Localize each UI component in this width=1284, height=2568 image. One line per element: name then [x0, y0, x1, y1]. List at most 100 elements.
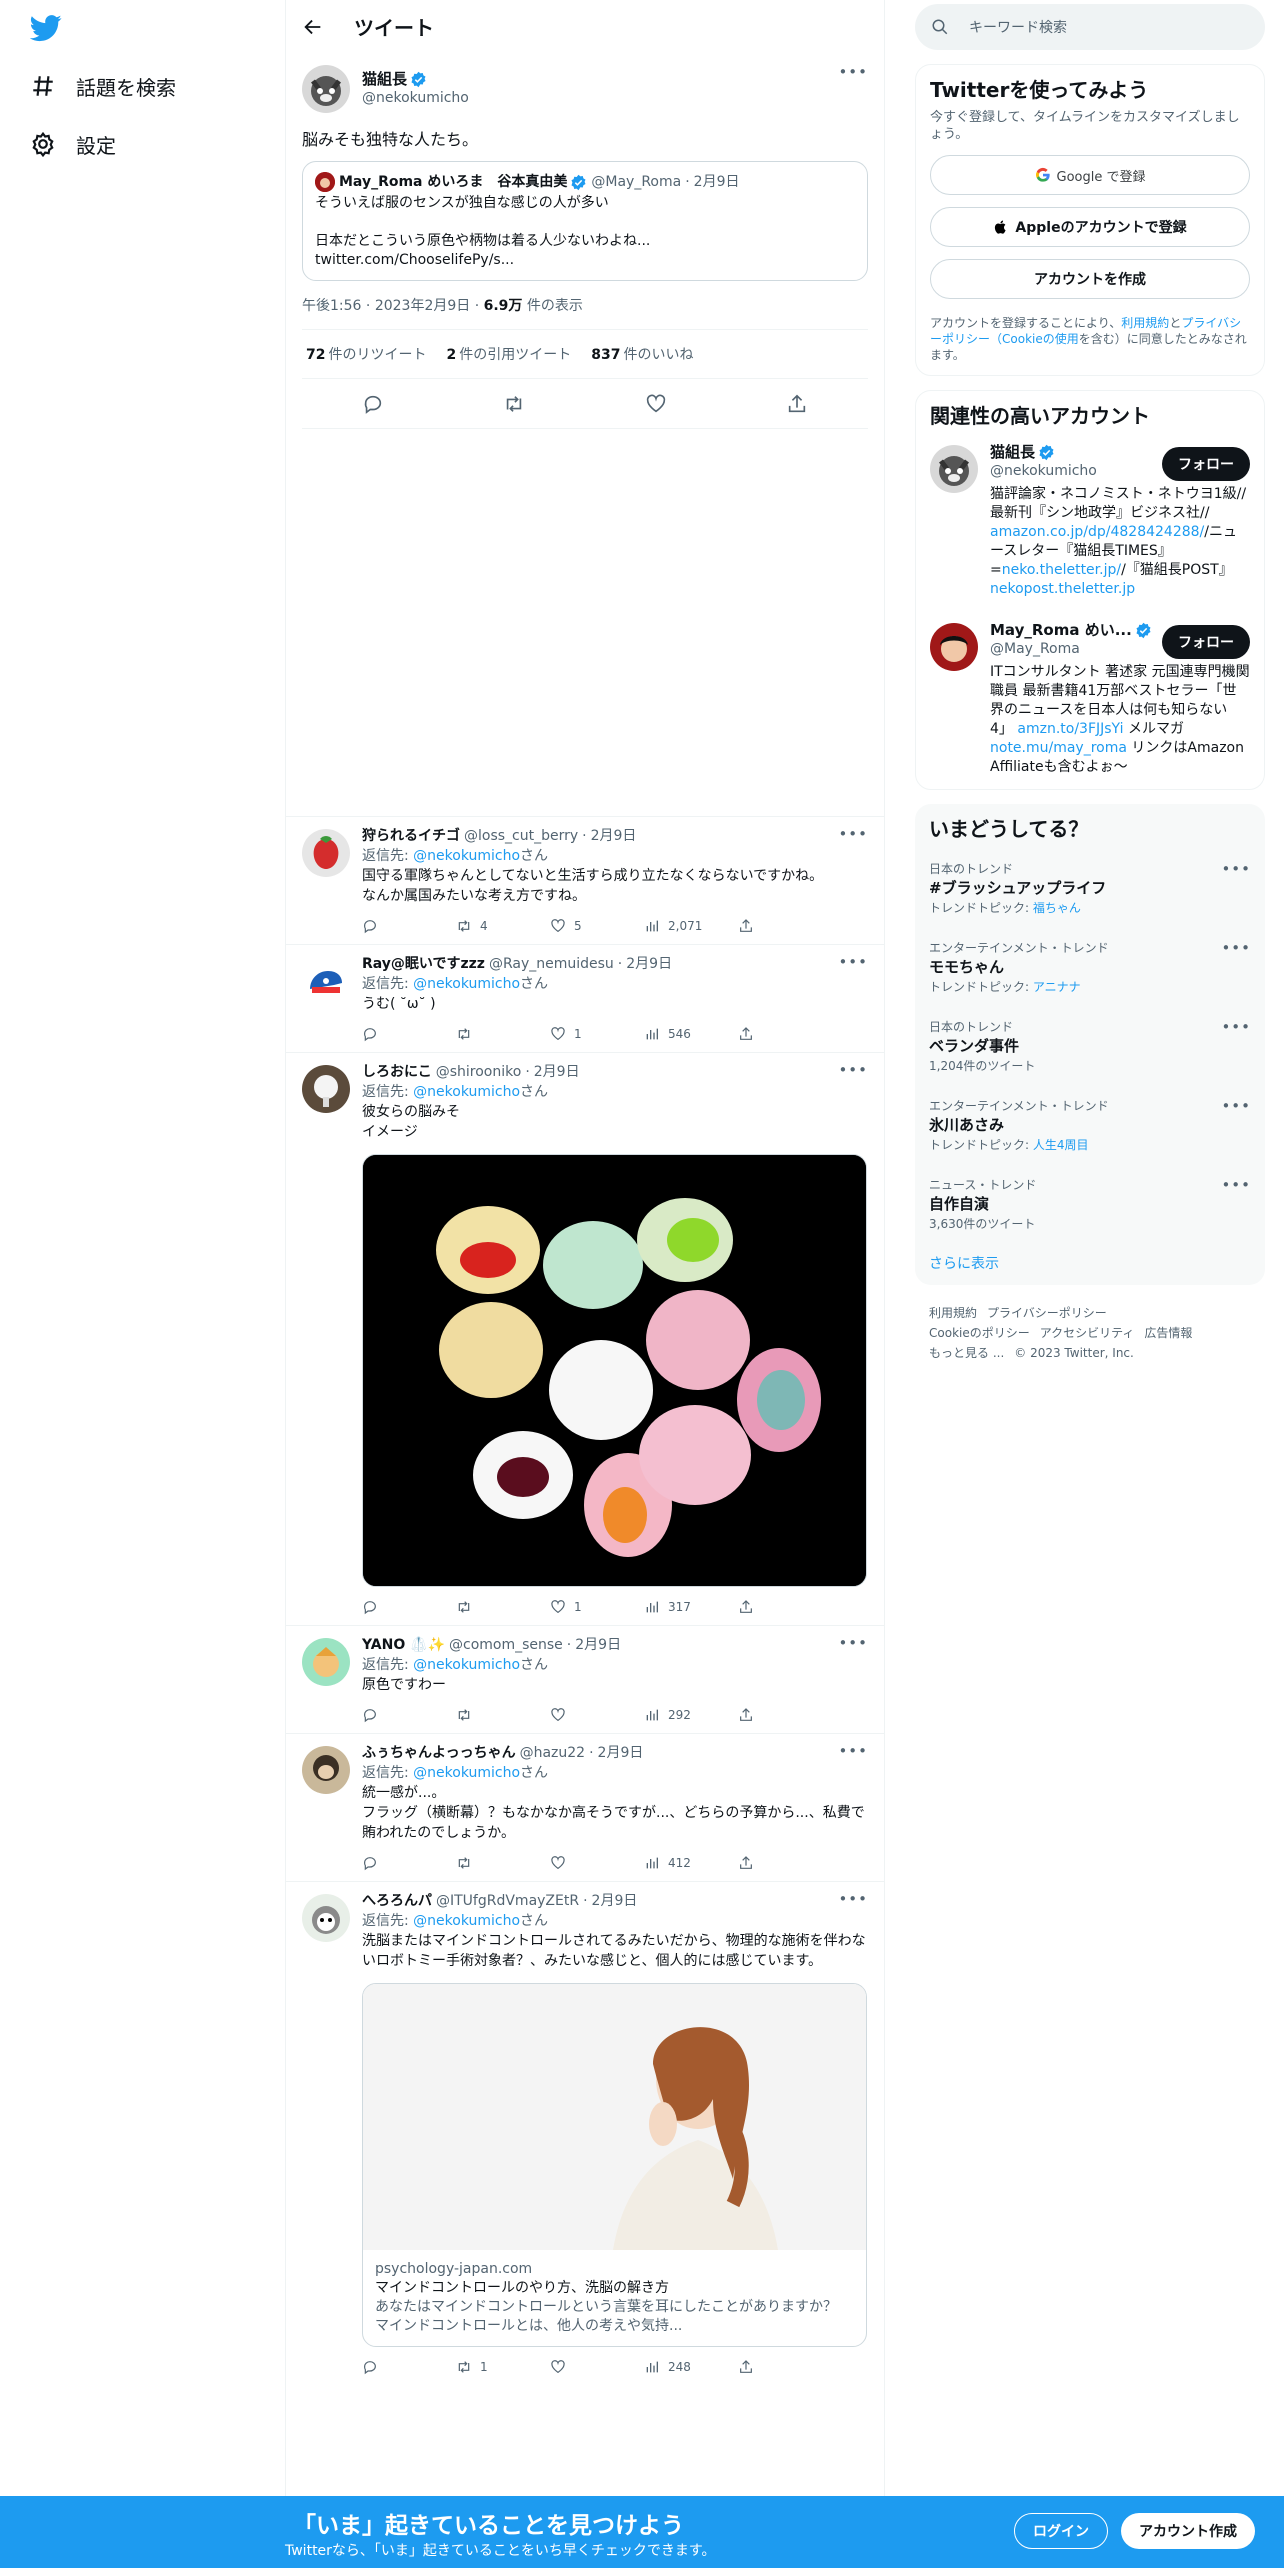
reply-date[interactable]: 2月9日 [591, 827, 637, 846]
google-signup-button[interactable]: Google で登録 [930, 155, 1250, 195]
reply-author-handle[interactable]: @shirooniko [436, 1063, 522, 1082]
more-options-icon[interactable]: ••• [838, 1634, 868, 1652]
reply-tweet[interactable]: ••• Ray@眠いですzzz @Ray_nemuidesu · 2月9日 返信先: … [286, 945, 884, 1053]
signup-button[interactable]: アカウント作成 [1121, 2513, 1255, 2549]
reply-tweet[interactable]: ••• ふぅちゃんよっっちゃん @hazu22 · 2月9日 返信先: @nekoku… [286, 1734, 884, 1882]
reply-tweet[interactable]: ••• 狩られるイチゴ @loss_cut_berry · 2月9日 返信先: @ne… [286, 817, 884, 945]
trend-topic-link[interactable]: アニナナ [1033, 980, 1081, 994]
avatar[interactable] [302, 1746, 350, 1794]
likes-stat[interactable]: 837 件のいいね [591, 344, 693, 364]
reply-author-handle[interactable]: @ITUfgRdVmayZEtR [436, 1892, 579, 1911]
avatar[interactable] [930, 623, 978, 671]
footer-link[interactable]: Cookieのポリシー [929, 1326, 1030, 1340]
bio-link[interactable]: note.mu/may_roma [990, 740, 1127, 756]
views-button[interactable]: 2,071 [644, 918, 738, 934]
mention-link[interactable]: @nekokumicho [413, 1657, 520, 1673]
retweet-button[interactable]: 1 [456, 2359, 550, 2375]
reply-author-name[interactable]: へろろんパ [362, 1892, 432, 1911]
reply-author-handle[interactable]: @Ray_nemuidesu [489, 955, 614, 974]
more-options-icon[interactable]: ••• [838, 953, 868, 971]
retweet-button[interactable] [456, 1855, 550, 1871]
twitter-logo-icon[interactable] [30, 12, 70, 52]
nav-settings[interactable]: 設定 [30, 124, 116, 164]
reply-date[interactable]: 2月9日 [575, 1636, 621, 1655]
terms-link[interactable]: 利用規約 [1121, 316, 1169, 330]
related-account[interactable]: May_Roma めい... @May_Roma フォロー ITコンサルタント … [930, 621, 1250, 777]
reply-author-name[interactable]: しろおにこ [362, 1063, 432, 1082]
share-button[interactable] [738, 1855, 832, 1871]
mention-link[interactable]: @nekokumicho [413, 848, 520, 864]
reply-tweet[interactable]: ••• しろおにこ @shirooniko · 2月9日 返信先: @nekokumi… [286, 1053, 884, 1626]
like-button[interactable] [550, 1707, 644, 1723]
footer-link[interactable]: プライバシーポリシー [987, 1306, 1107, 1320]
trend-item[interactable]: 日本のトレンド ベランダ事件 1,204件のツイート ••• [929, 1018, 1251, 1075]
trend-item[interactable]: 日本のトレンド #ブラッシュアップライフ トレンドトピック: 福ちゃん ••• [929, 860, 1251, 917]
retweet-button[interactable] [456, 1707, 550, 1723]
views-button[interactable]: 292 [644, 1707, 738, 1723]
back-arrow-icon[interactable] [302, 16, 324, 38]
avatar[interactable] [302, 829, 350, 877]
tweet-date[interactable]: 2023年2月9日 [375, 298, 470, 314]
footer-link[interactable]: 広告情報 [1144, 1326, 1192, 1340]
trend-item[interactable]: ニュース・トレンド 自作自演 3,630件のツイート ••• [929, 1176, 1251, 1233]
reply-author-handle[interactable]: @hazu22 [520, 1744, 586, 1763]
share-button[interactable] [738, 1707, 832, 1723]
related-account[interactable]: 猫組長 @nekokumicho フォロー 猫評論家・ネコノミスト・ネトウヨ1級… [930, 443, 1250, 599]
trend-topic-link[interactable]: 人生4周目 [1033, 1138, 1089, 1152]
tweet-time[interactable]: 午後1:56 [302, 298, 361, 314]
like-button[interactable]: 5 [550, 918, 644, 934]
more-options-icon[interactable]: ••• [1221, 860, 1251, 878]
share-button[interactable] [738, 918, 832, 934]
more-options-icon[interactable]: ••• [1221, 1176, 1251, 1194]
brain-candy-image[interactable] [362, 1154, 867, 1587]
author-handle[interactable]: @nekokumicho [362, 89, 469, 108]
more-options-icon[interactable]: ••• [838, 1061, 868, 1079]
reply-button[interactable] [362, 1599, 456, 1615]
more-options-icon[interactable]: ••• [1221, 1097, 1251, 1115]
share-button[interactable] [738, 2359, 832, 2375]
reply-date[interactable]: 2月9日 [592, 1892, 638, 1911]
bio-link[interactable]: amazon.co.jp/dp/4828424288/ [990, 524, 1204, 540]
link-card[interactable]: psychology-japan.com マインドコントロールのやり方、洗脳の解… [362, 1983, 867, 2347]
reply-button[interactable] [362, 1026, 456, 1042]
reply-tweet[interactable]: ••• YANO 🥼✨ @comom_sense · 2月9日 返信先: @nekok… [286, 1626, 884, 1734]
trend-topic-link[interactable]: 福ちゃん [1033, 901, 1081, 915]
mention-link[interactable]: @nekokumicho [413, 1084, 520, 1100]
share-button[interactable] [738, 1026, 832, 1042]
reply-author-handle[interactable]: @loss_cut_berry [464, 827, 578, 846]
reply-button[interactable] [362, 918, 456, 934]
reply-author-name[interactable]: 狩られるイチゴ [362, 827, 460, 846]
show-more-link[interactable]: さらに表示 [929, 1253, 1251, 1273]
avatar[interactable] [302, 957, 350, 1005]
follow-button[interactable]: フォロー [1162, 625, 1250, 659]
avatar[interactable] [302, 1065, 350, 1113]
like-button[interactable]: 1 [550, 1026, 644, 1042]
like-button[interactable]: 1 [550, 1599, 644, 1615]
reply-tweet[interactable]: ••• へろろんパ @ITUfgRdVmayZEtR · 2月9日 返信先: @nek… [286, 1882, 884, 2385]
account-name[interactable]: May_Roma めい... [990, 621, 1132, 640]
author-name[interactable]: 猫組長 [362, 70, 407, 89]
search-input[interactable]: キーワード検索 [969, 17, 1067, 37]
retweets-stat[interactable]: 72 件のリツイート [306, 344, 426, 364]
trend-item[interactable]: エンターテインメント・トレンド モモちゃん トレンドトピック: アニナナ ••• [929, 939, 1251, 996]
reply-button[interactable] [362, 1855, 456, 1871]
more-options-icon[interactable]: ••• [838, 825, 868, 843]
reply-author-handle[interactable]: @comom_sense [449, 1636, 563, 1655]
views-button[interactable]: 412 [644, 1855, 738, 1871]
account-name[interactable]: 猫組長 [990, 443, 1035, 462]
bio-link[interactable]: nekopost.theletter.jp [990, 581, 1135, 597]
search-box[interactable]: キーワード検索 [915, 4, 1265, 50]
avatar[interactable] [930, 445, 978, 493]
reply-author-name[interactable]: YANO 🥼✨ [362, 1636, 445, 1655]
apple-signup-button[interactable]: Appleのアカウントで登録 [930, 207, 1250, 247]
avatar[interactable] [302, 65, 350, 113]
footer-link[interactable]: アクセシビリティ [1040, 1326, 1135, 1340]
retweet-button[interactable] [456, 1026, 550, 1042]
quotes-stat[interactable]: 2 件の引用ツイート [446, 344, 571, 364]
bio-link[interactable]: neko.theletter.jp/ [1002, 562, 1121, 578]
footer-more-link[interactable]: もっと見る ... [929, 1346, 1004, 1360]
retweet-icon[interactable] [503, 393, 525, 415]
nav-explore[interactable]: 話題を検索 [30, 66, 176, 106]
avatar[interactable] [302, 1894, 350, 1942]
mention-link[interactable]: @nekokumicho [413, 1765, 520, 1781]
